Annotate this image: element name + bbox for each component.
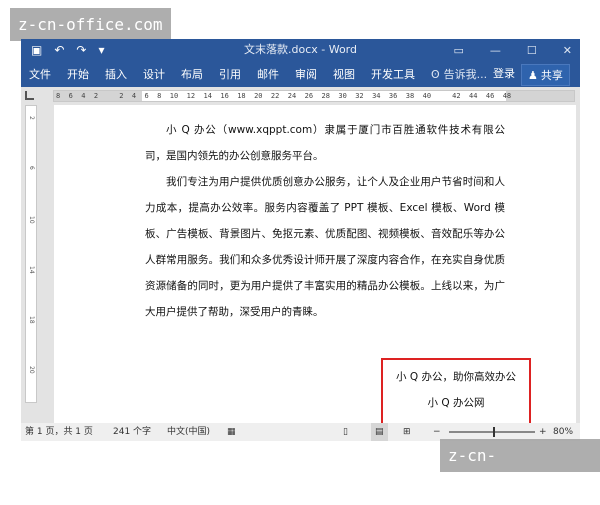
- tab-mailings[interactable]: 邮件: [249, 66, 287, 82]
- document-area: 小 Q 办公（www.xqppt.com）隶属于厦门市百胜通软件技术有限公司，是…: [37, 105, 580, 441]
- tab-insert[interactable]: 插入: [97, 66, 135, 82]
- proofing-icon[interactable]: ▦: [227, 423, 236, 441]
- ribbon-tabs-bar: 文件 开始 插入 设计 布局 引用 邮件 审阅 视图 开发工具 ʘ 告诉我...…: [21, 61, 580, 87]
- vruler-mark: 18: [28, 316, 35, 324]
- status-words[interactable]: 241 个字: [113, 423, 151, 441]
- vruler-mark: 2: [28, 116, 35, 120]
- status-language[interactable]: 中文(中国): [167, 423, 210, 441]
- tab-references[interactable]: 引用: [211, 66, 249, 82]
- lightbulb-icon: ʘ: [431, 67, 440, 81]
- tell-me-box[interactable]: ʘ 告诉我...: [431, 61, 487, 87]
- document-body[interactable]: 小 Q 办公（www.xqppt.com）隶属于厦门市百胜通软件技术有限公司，是…: [145, 117, 505, 325]
- read-mode-icon[interactable]: ▯: [343, 423, 348, 441]
- horizontal-ruler[interactable]: 8 6 4 2 2 4 6 8 10 12 14 16 18 20 22 24 …: [53, 90, 575, 102]
- ribbon-options-icon[interactable]: ▭: [454, 44, 464, 57]
- vruler-mark: 14: [28, 266, 35, 274]
- person-icon: ♟: [528, 68, 538, 82]
- title-bar: ▣ ↶ ↷ ▾ 文末落款.docx - Word ▭ — ☐ ✕: [21, 39, 580, 61]
- zoom-slider[interactable]: [449, 427, 535, 437]
- window-controls: ▭ — ☐ ✕: [454, 39, 573, 61]
- tab-file[interactable]: 文件: [21, 66, 59, 82]
- watermark-top: z-cn-office.com: [10, 8, 171, 41]
- paragraph-intro[interactable]: 小 Q 办公（www.xqppt.com）隶属于厦门市百胜通软件技术有限公司，是…: [145, 117, 505, 169]
- ruler-right-margin: [506, 91, 574, 101]
- print-layout-icon[interactable]: ▤: [371, 423, 388, 441]
- share-button[interactable]: ♟ 共享: [521, 64, 570, 86]
- status-page[interactable]: 第 1 页，共 1 页: [25, 423, 93, 441]
- share-label: 共享: [540, 69, 563, 82]
- tab-developer[interactable]: 开发工具: [363, 66, 423, 82]
- tab-layout[interactable]: 布局: [173, 66, 211, 82]
- tab-view[interactable]: 视图: [325, 66, 363, 82]
- web-layout-icon[interactable]: ⊞: [403, 423, 411, 441]
- tab-selector-icon[interactable]: [25, 91, 34, 100]
- vruler-mark: 10: [28, 216, 35, 224]
- paragraph-services[interactable]: 我们专注为用户提供优质创意办公服务，让个人及企业用户节省时间和人力成本，提高办公…: [145, 169, 505, 325]
- vruler-mark: 20: [28, 366, 35, 374]
- close-icon[interactable]: ✕: [563, 44, 572, 57]
- minimize-icon[interactable]: —: [490, 44, 501, 57]
- word-window: ▣ ↶ ↷ ▾ 文末落款.docx - Word ▭ — ☐ ✕ 文件 开始 插…: [21, 39, 580, 441]
- watermark-bottom: z-cn-office.com: [440, 439, 600, 498]
- vertical-ruler[interactable]: 2 6 10 14 18 20: [25, 105, 37, 403]
- ruler-numbers: 8 6 4 2 2 4 6 8 10 12 14 16 18 20 22 24 …: [56, 92, 512, 100]
- maximize-icon[interactable]: ☐: [527, 44, 537, 57]
- tab-design[interactable]: 设计: [135, 66, 173, 82]
- horizontal-ruler-bar: 8 6 4 2 2 4 6 8 10 12 14 16 18 20 22 24 …: [21, 87, 580, 105]
- login-link[interactable]: 登录: [493, 61, 515, 87]
- vruler-mark: 6: [28, 166, 35, 170]
- tab-home[interactable]: 开始: [59, 66, 97, 82]
- signature-company: 小 Q 办公网: [427, 397, 485, 409]
- signature-slogan: 小 Q 办公，助你高效办公: [396, 371, 516, 383]
- tell-me-label: 告诉我...: [443, 68, 488, 81]
- ribbon-tabs: 文件 开始 插入 设计 布局 引用 邮件 审阅 视图 开发工具: [21, 61, 423, 87]
- zoom-slider-thumb[interactable]: [493, 427, 495, 437]
- tab-review[interactable]: 审阅: [287, 66, 325, 82]
- document-page[interactable]: 小 Q 办公（www.xqppt.com）隶属于厦门市百胜通软件技术有限公司，是…: [54, 105, 576, 441]
